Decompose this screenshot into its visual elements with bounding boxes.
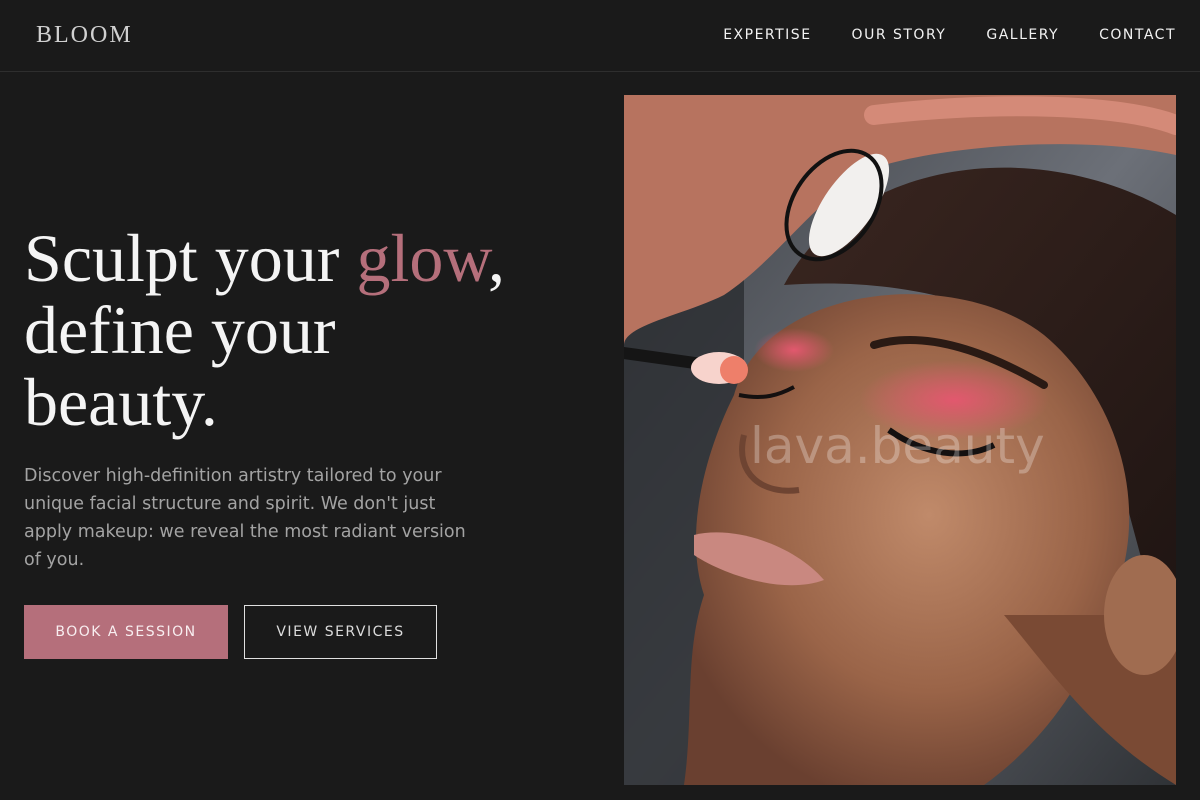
headline-accent-word: glow [356,220,489,296]
main-nav: EXPERTISE OUR STORY GALLERY CONTACT [723,27,1176,43]
headline-line-2: define your [24,292,336,368]
hero-headline: Sculpt your glow, define your beauty. [24,222,604,438]
site-header: BLOOM EXPERTISE OUR STORY GALLERY CONTAC… [0,0,1200,72]
book-session-button[interactable]: BOOK A SESSION [24,605,228,659]
nav-item-contact[interactable]: CONTACT [1099,27,1176,43]
hero-image: lava.beauty [624,95,1176,785]
image-watermark: lava.beauty [750,417,1045,475]
headline-line-3: beauty. [24,364,218,440]
headline-comma: , [488,220,506,296]
headline-text-start: Sculpt your [24,220,357,296]
view-services-button[interactable]: VIEW SERVICES [244,605,437,659]
nav-item-gallery[interactable]: GALLERY [986,27,1059,43]
nav-item-expertise[interactable]: EXPERTISE [723,27,811,43]
nav-item-our-story[interactable]: OUR STORY [852,27,947,43]
brand-logo[interactable]: BLOOM [36,22,133,49]
hero-description: Discover high-definition artistry tailor… [24,466,466,570]
